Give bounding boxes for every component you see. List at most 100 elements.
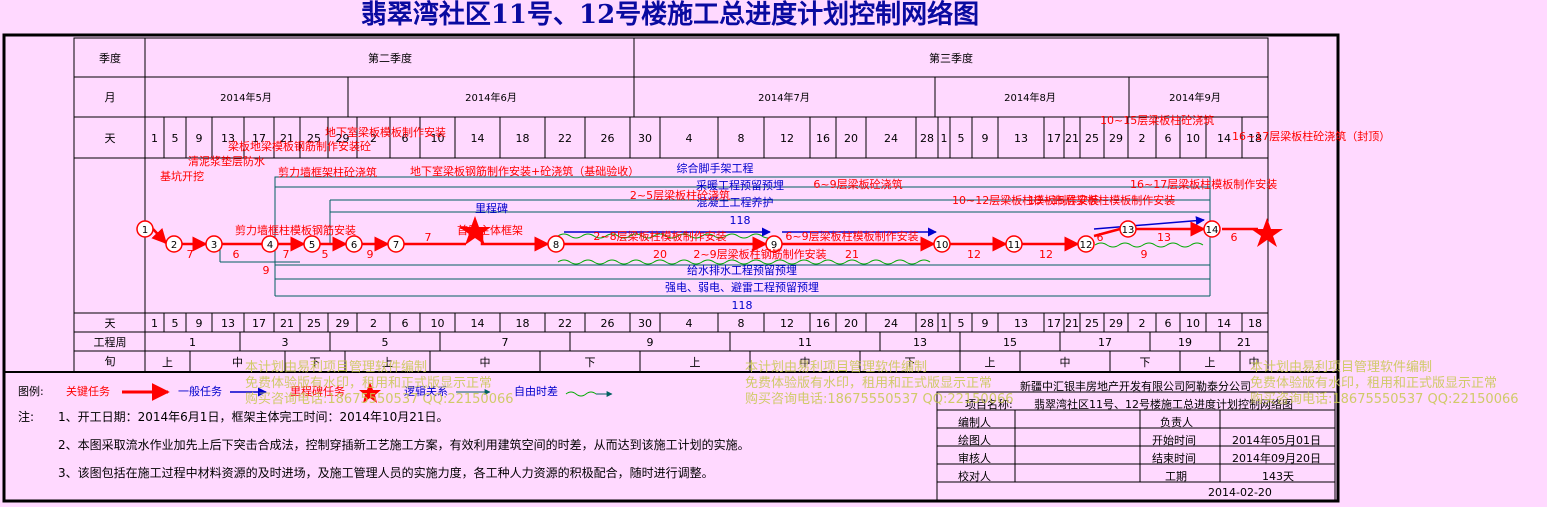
week-label: 13 bbox=[913, 336, 927, 349]
node-label: 14 bbox=[1206, 225, 1219, 236]
task-label: 地下室梁板钢筋制作安装+砼浇筑（基础验收） bbox=[410, 164, 639, 178]
task-electrical: 强电、弱电、避雷工程预留预埋 bbox=[665, 280, 819, 294]
month-label: 2014年6月 bbox=[465, 91, 517, 104]
xun-label: 中 bbox=[1060, 356, 1071, 369]
day-label-bottom: 13 bbox=[221, 317, 235, 330]
day-label-bottom: 20 bbox=[844, 317, 858, 330]
day-label: 17 bbox=[1047, 132, 1061, 145]
xun-label: 上 bbox=[985, 356, 996, 369]
drawing-date: 2014-02-20 bbox=[1208, 486, 1272, 499]
day-label-bottom: 5 bbox=[172, 317, 179, 330]
start-date: 2014年05月01日 bbox=[1232, 434, 1321, 447]
day-label-bottom: 17 bbox=[1047, 317, 1061, 330]
project-label: 项目名称: bbox=[965, 398, 1013, 411]
duration-label: 工期 bbox=[1165, 470, 1187, 483]
day-label: 30 bbox=[638, 132, 652, 145]
day-label-bottom: 6 bbox=[402, 317, 409, 330]
end-date: 2014年09月20日 bbox=[1232, 452, 1321, 465]
day-label-bottom: 25 bbox=[307, 317, 321, 330]
day-label-bottom: 18 bbox=[516, 317, 530, 330]
row-label-week: 工程周 bbox=[94, 336, 127, 349]
day-label-bottom: 1 bbox=[151, 317, 158, 330]
day-label: 1 bbox=[941, 132, 948, 145]
outer-frame bbox=[2, 33, 1340, 503]
day-label: 12 bbox=[780, 132, 794, 145]
legend-normal: 一般任务 bbox=[178, 385, 222, 398]
duration: 118 bbox=[730, 214, 751, 227]
day-label-bottom: 12 bbox=[780, 317, 794, 330]
duration-label: 6 bbox=[157, 231, 164, 244]
project-name: 翡翠湾社区11号、12号楼施工总进度计划控制网络图 bbox=[1034, 398, 1293, 411]
legend-milestone: 里程碑任务 bbox=[290, 385, 345, 398]
task-label: 10~15层梁板柱砼浇筑 bbox=[1100, 113, 1214, 127]
task-label: 基坑开挖 bbox=[160, 169, 204, 183]
company-name: 新疆中汇银丰房地产开发有限公司阿勒泰分公司 bbox=[1020, 380, 1251, 393]
task-label: 6~9层梁板砼浇筑 bbox=[813, 177, 902, 191]
node-label: 13 bbox=[1122, 225, 1135, 236]
task-label: 剪力墙框柱模板钢筋安装 bbox=[235, 223, 356, 237]
day-label: 5 bbox=[172, 132, 179, 145]
checker-label: 校对人 bbox=[958, 470, 991, 483]
task-label: 剪力墙框架柱砼浇筑 bbox=[278, 165, 377, 179]
duration-label: 9 bbox=[263, 264, 270, 277]
xun-label: 上 bbox=[162, 356, 173, 369]
day-label-bottom: 2 bbox=[370, 317, 377, 330]
week-label: 17 bbox=[1098, 336, 1112, 349]
day-label: 4 bbox=[686, 132, 693, 145]
task-label: 梁板地梁模板钢筋制作安装砼 bbox=[228, 139, 371, 153]
drawer-label: 绘图人 bbox=[958, 434, 991, 447]
reviewer-label: 审核人 bbox=[958, 452, 991, 465]
day-label: 18 bbox=[516, 132, 530, 145]
task-water-supply: 给水排水工程预留预埋 bbox=[687, 263, 797, 277]
duration: 118 bbox=[732, 299, 753, 312]
day-label: 6 bbox=[1165, 132, 1172, 145]
row-label-day: 天 bbox=[105, 132, 116, 145]
duration-label: 13 bbox=[1157, 231, 1171, 244]
node-label: 11 bbox=[1008, 240, 1021, 251]
day-label-bottom: 18 bbox=[1248, 317, 1262, 330]
day-label-bottom: 21 bbox=[280, 317, 294, 330]
xun-label: 上 bbox=[382, 356, 393, 369]
node-label: 6 bbox=[351, 240, 357, 251]
node-label: 2 bbox=[171, 240, 177, 251]
quarter-label: 第二季度 bbox=[368, 51, 412, 65]
xun-label: 下 bbox=[905, 356, 916, 369]
day-label-bottom: 14 bbox=[471, 317, 485, 330]
day-label: 26 bbox=[601, 132, 615, 145]
task-scaffold: 综合脚手架工程 bbox=[677, 161, 754, 175]
day-label: 10 bbox=[1186, 132, 1200, 145]
legend-label: 图例: bbox=[18, 385, 44, 398]
xun-label: 中 bbox=[800, 356, 811, 369]
duration-label: 21 bbox=[845, 248, 859, 261]
week-label: 9 bbox=[647, 336, 654, 349]
day-label: 14 bbox=[1217, 132, 1231, 145]
task-label: 2~9层梁板柱钢筋制作安装 bbox=[693, 247, 826, 261]
day-label-bottom: 10 bbox=[1186, 317, 1200, 330]
start-label: 开始时间 bbox=[1152, 434, 1196, 447]
row-label-day-bottom: 天 bbox=[105, 317, 116, 330]
task-label: 地下室梁板模板制作安装 bbox=[325, 125, 446, 139]
xun-label: 下 bbox=[585, 356, 596, 369]
day-label: 8 bbox=[738, 132, 745, 145]
day-label: 22 bbox=[558, 132, 572, 145]
duration-label: 6 bbox=[233, 248, 240, 261]
day-label: 1 bbox=[151, 132, 158, 145]
day-label: 5 bbox=[958, 132, 965, 145]
task-label: 6~9层梁板柱模板制作安装 bbox=[785, 229, 918, 243]
task-label: 首层主体框架 bbox=[457, 223, 523, 237]
day-label-bottom: 13 bbox=[1014, 317, 1028, 330]
xun-label: 中 bbox=[232, 356, 243, 369]
xun-label: 中 bbox=[1249, 356, 1260, 369]
owner-label: 负责人 bbox=[1160, 416, 1193, 429]
duration-label: 7 bbox=[283, 248, 290, 261]
day-label: 25 bbox=[1085, 132, 1099, 145]
row-label-quarter: 季度 bbox=[99, 51, 121, 65]
day-label: 16 bbox=[816, 132, 830, 145]
task-label: 2~8层梁板柱模板制作安装 bbox=[593, 229, 726, 243]
row-label-month: 月 bbox=[105, 91, 116, 104]
end-label: 结束时间 bbox=[1152, 452, 1196, 465]
week-label: 21 bbox=[1237, 336, 1251, 349]
xun-label: 上 bbox=[1205, 356, 1216, 369]
milestone-star-end bbox=[1251, 218, 1283, 247]
day-label-bottom: 10 bbox=[431, 317, 445, 330]
